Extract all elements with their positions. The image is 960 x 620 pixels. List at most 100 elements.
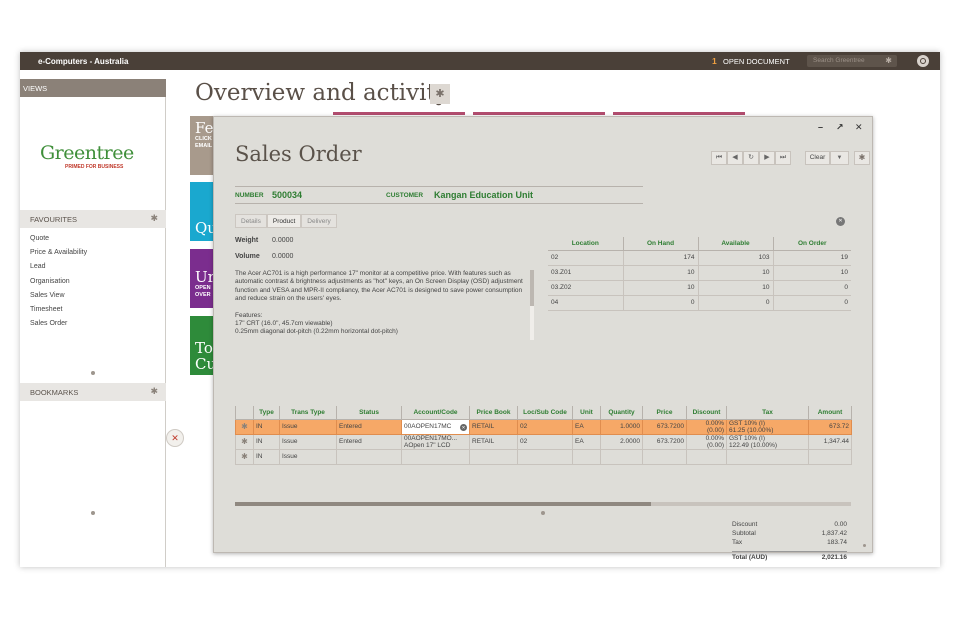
discount-cell[interactable]: 0.00% (0.00) (686, 433, 727, 450)
asterisk-icon[interactable]: ✱ (235, 448, 254, 465)
favourite-price-availability[interactable]: Price & Availability (30, 246, 87, 260)
previous-record-icon[interactable]: ◀ (727, 151, 743, 165)
tax-cell[interactable]: GST 10% (I) 61.25 (10.00%) (726, 418, 809, 435)
table-row[interactable]: ✱ IN Issue Entered ✕ 00AOPEN17MC RETAIL 0… (235, 418, 852, 435)
status-cell[interactable]: Entered (336, 433, 402, 450)
tax-cell[interactable] (726, 448, 809, 465)
clear-button[interactable]: Clear (805, 151, 830, 165)
resize-grip-icon[interactable] (91, 511, 95, 515)
table-row[interactable]: 03.Z01 10 10 10 (548, 265, 851, 281)
type-cell[interactable]: IN (253, 433, 280, 450)
type-cell[interactable]: IN (253, 448, 280, 465)
resize-grip-icon[interactable] (541, 511, 545, 515)
trans-type-cell[interactable]: Issue (279, 418, 337, 435)
lines-horizontal-scrollbar[interactable] (235, 502, 851, 506)
table-row[interactable]: 02 174 103 19 (548, 250, 851, 266)
customer-name[interactable]: Kangan Education Unit (434, 190, 533, 200)
first-record-icon[interactable]: ⏮ (711, 151, 727, 165)
table-row[interactable]: ✱ IN Issue Entered 00AOPEN17MO... AOpen 1… (235, 433, 852, 450)
table-row[interactable]: ✱ IN Issue (235, 448, 852, 465)
discount-cell[interactable] (686, 448, 727, 465)
favourites-header[interactable]: FAVOURITES ✱ (20, 210, 166, 228)
account-code-cell[interactable]: 00AOPEN17MO... AOpen 17" LCD (401, 433, 470, 450)
asterisk-icon[interactable]: ✱ (430, 84, 450, 104)
open-document-count[interactable]: 1 (712, 56, 717, 66)
column-header[interactable]: Loc/Sub Code (517, 406, 573, 420)
loc-cell[interactable]: 02 (517, 418, 573, 435)
table-row[interactable]: 04 0 0 0 (548, 295, 851, 311)
status-cell[interactable]: Entered (336, 418, 402, 435)
maximize-icon[interactable]: ↗ (836, 122, 844, 133)
window-resize-icon[interactable] (863, 544, 866, 547)
tab-product[interactable]: Product (266, 214, 302, 228)
loc-cell[interactable]: 02 (517, 433, 573, 450)
trans-type-cell[interactable]: Issue (279, 433, 337, 450)
price-cell[interactable]: 673.7200 (642, 418, 687, 435)
column-header[interactable]: Price Book (469, 406, 518, 420)
description-scrollbar[interactable] (530, 270, 534, 340)
amount-cell[interactable] (808, 448, 852, 465)
favourite-organisation[interactable]: Organisation (30, 275, 87, 289)
amount-cell[interactable]: 673.72 (808, 418, 852, 435)
column-header[interactable]: Available (697, 237, 773, 251)
price-cell[interactable] (642, 448, 687, 465)
column-header[interactable]: Discount (686, 406, 727, 420)
asterisk-icon[interactable]: ✱ (854, 151, 870, 165)
unit-cell[interactable] (572, 448, 601, 465)
column-header[interactable]: Quantity (600, 406, 643, 420)
tax-cell[interactable]: GST 10% (I) 122.49 (10.00%) (726, 433, 809, 450)
order-number[interactable]: 500034 (272, 190, 302, 200)
column-header[interactable]: Type (253, 406, 280, 420)
column-header[interactable]: On Order (772, 237, 851, 251)
tab-delivery[interactable]: Delivery (301, 214, 337, 228)
unit-cell[interactable]: EA (572, 433, 601, 450)
tab-details[interactable]: Details (235, 214, 267, 228)
quantity-cell[interactable]: 2.0000 (600, 433, 643, 450)
discount-cell[interactable]: 0.00% (0.00) (686, 418, 727, 435)
column-header[interactable]: Status (336, 406, 402, 420)
status-cell[interactable] (336, 448, 402, 465)
last-record-icon[interactable]: ⏭ (775, 151, 791, 165)
price-cell[interactable]: 673.7200 (642, 433, 687, 450)
favourite-quote[interactable]: Quote (30, 232, 87, 246)
quantity-cell[interactable]: 1.0000 (600, 418, 643, 435)
quantity-cell[interactable] (600, 448, 643, 465)
price-book-cell[interactable] (469, 448, 518, 465)
column-header[interactable]: Amount (808, 406, 852, 420)
column-header[interactable]: Price (642, 406, 687, 420)
close-icon[interactable]: ✕ (855, 122, 863, 133)
table-row[interactable]: 03.Z02 10 10 0 (548, 280, 851, 296)
column-header[interactable]: Tax (726, 406, 809, 420)
minimize-icon[interactable]: – (818, 122, 823, 132)
asterisk-icon[interactable]: ✱ (235, 418, 254, 435)
next-record-icon[interactable]: ▶ (759, 151, 775, 165)
search-icon[interactable] (917, 55, 929, 67)
close-sidebar-button[interactable]: ✕ (166, 429, 184, 447)
resize-grip-icon[interactable] (91, 371, 95, 375)
column-header[interactable]: Location (548, 237, 623, 251)
column-header[interactable]: Trans Type (279, 406, 337, 420)
close-icon[interactable]: ✕ (836, 217, 845, 226)
loc-cell[interactable] (517, 448, 573, 465)
clear-icon[interactable]: ✕ (460, 423, 467, 431)
favourite-sales-order[interactable]: Sales Order (30, 317, 87, 331)
open-document-link[interactable]: OPEN DOCUMENT (723, 57, 790, 66)
type-cell[interactable]: IN (253, 418, 280, 435)
unit-cell[interactable]: EA (572, 418, 601, 435)
trans-type-cell[interactable]: Issue (279, 448, 337, 465)
account-code-input[interactable]: ✕ 00AOPEN17MC (401, 418, 470, 435)
column-header[interactable]: Account/Code (401, 406, 470, 420)
asterisk-icon[interactable]: ✱ (150, 213, 158, 224)
asterisk-icon[interactable]: ✱ (150, 386, 158, 397)
bookmarks-header[interactable]: BOOKMARKS ✱ (20, 383, 166, 401)
amount-cell[interactable]: 1,347.44 (808, 433, 852, 450)
asterisk-icon[interactable]: ✱ (885, 56, 892, 65)
price-book-cell[interactable]: RETAIL (469, 418, 518, 435)
chevron-down-icon[interactable]: ▼ (830, 151, 849, 165)
refresh-icon[interactable]: ↻ (743, 151, 759, 165)
favourite-timesheet[interactable]: Timesheet (30, 303, 87, 317)
favourite-lead[interactable]: Lead (30, 260, 87, 274)
column-header[interactable]: On Hand (622, 237, 698, 251)
account-code-cell[interactable] (401, 448, 470, 465)
search-input[interactable]: Search Greentree ✱ (807, 55, 897, 67)
